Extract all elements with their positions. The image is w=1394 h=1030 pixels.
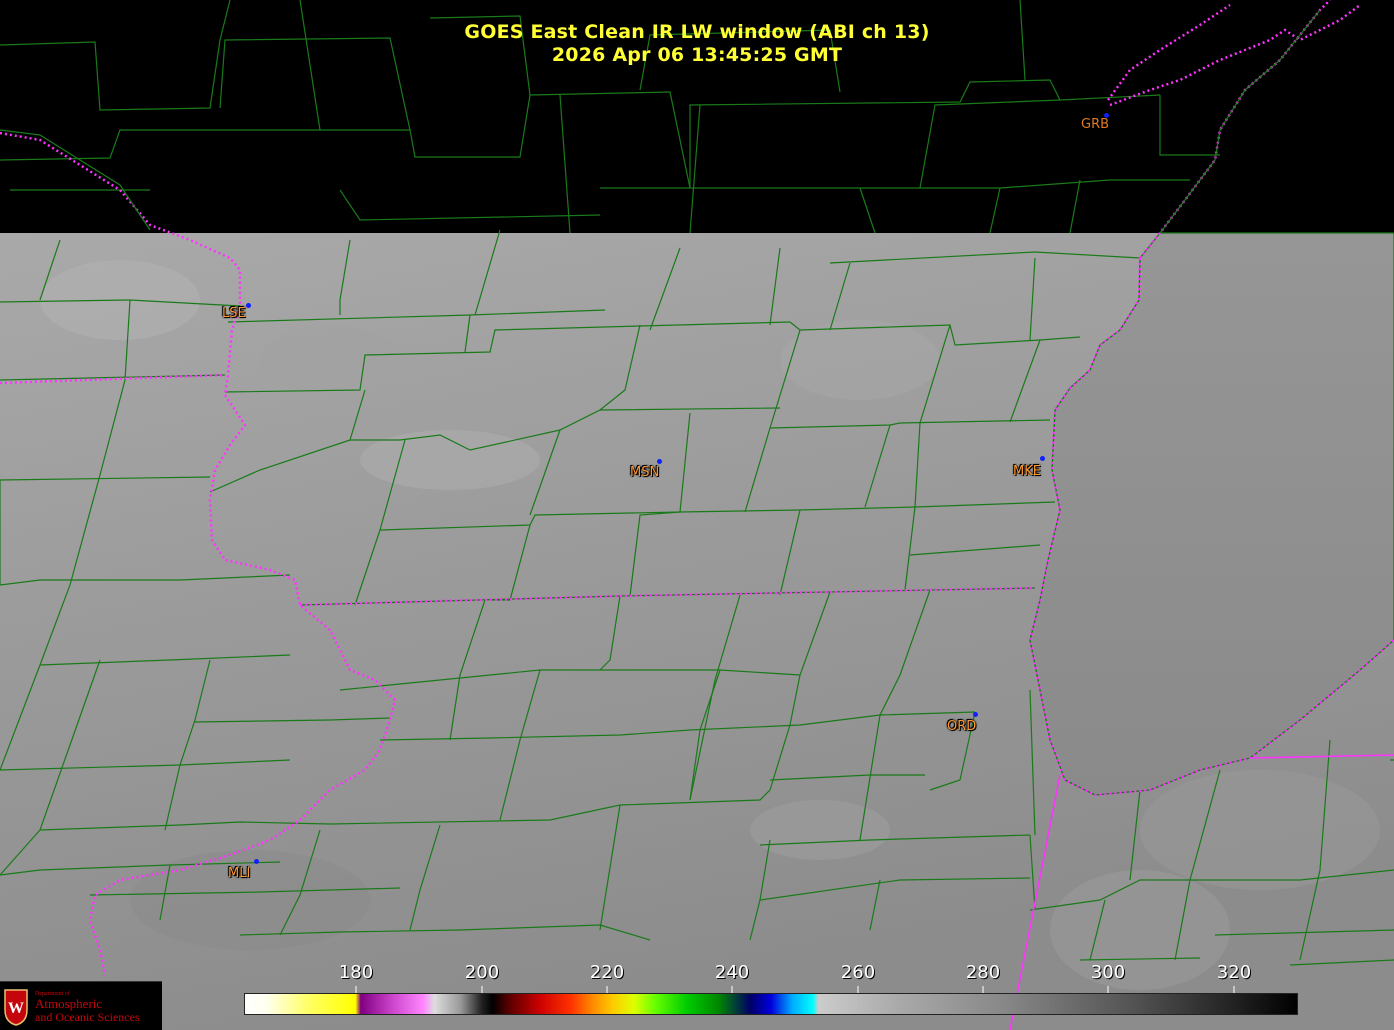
- station-label-msn: MSN: [630, 465, 660, 480]
- station-label-ord: ORD: [947, 719, 977, 734]
- image-timestamp: 2026 Apr 06 13:45:25 GMT: [551, 44, 843, 66]
- temperature-colorbar: [244, 993, 1298, 1015]
- station-dot: [1040, 456, 1045, 461]
- station-label-mke: MKE: [1013, 464, 1041, 479]
- station-dot: [973, 712, 978, 717]
- colorbar-tick: 320: [1216, 962, 1252, 983]
- colorbar-tick: 200: [464, 962, 500, 983]
- image-title: GOES East Clean IR LW window (ABI ch 13): [464, 21, 930, 43]
- colorbar-tick: 280: [965, 962, 1001, 983]
- colorbar-ticks: [355, 986, 1235, 993]
- station-dot: [246, 303, 251, 308]
- aos-logo: W Department of Atmospheric and Oceanic …: [0, 981, 162, 1030]
- station-dot: [254, 859, 259, 864]
- ir-satellite-map: [0, 0, 1394, 1030]
- colorbar-tick: 300: [1090, 962, 1126, 983]
- station-label-grb: GRB: [1081, 117, 1110, 132]
- colorbar-tick: 180: [338, 962, 374, 983]
- station-dot: [657, 459, 662, 464]
- colorbar-tick: 220: [589, 962, 625, 983]
- station-label-lse: LSE: [222, 306, 246, 321]
- colorbar-tick: 260: [840, 962, 876, 983]
- satellite-image-viewer: GOES East Clean IR LW window (ABI ch 13)…: [0, 0, 1394, 1030]
- svg-text:W: W: [8, 1000, 24, 1017]
- station-label-mli: MLI: [228, 866, 251, 881]
- colorbar-tick: 240: [714, 962, 750, 983]
- uw-crest-icon: W: [4, 989, 28, 1026]
- logo-oceanic-sciences: and Oceanic Sciences: [35, 1010, 140, 1024]
